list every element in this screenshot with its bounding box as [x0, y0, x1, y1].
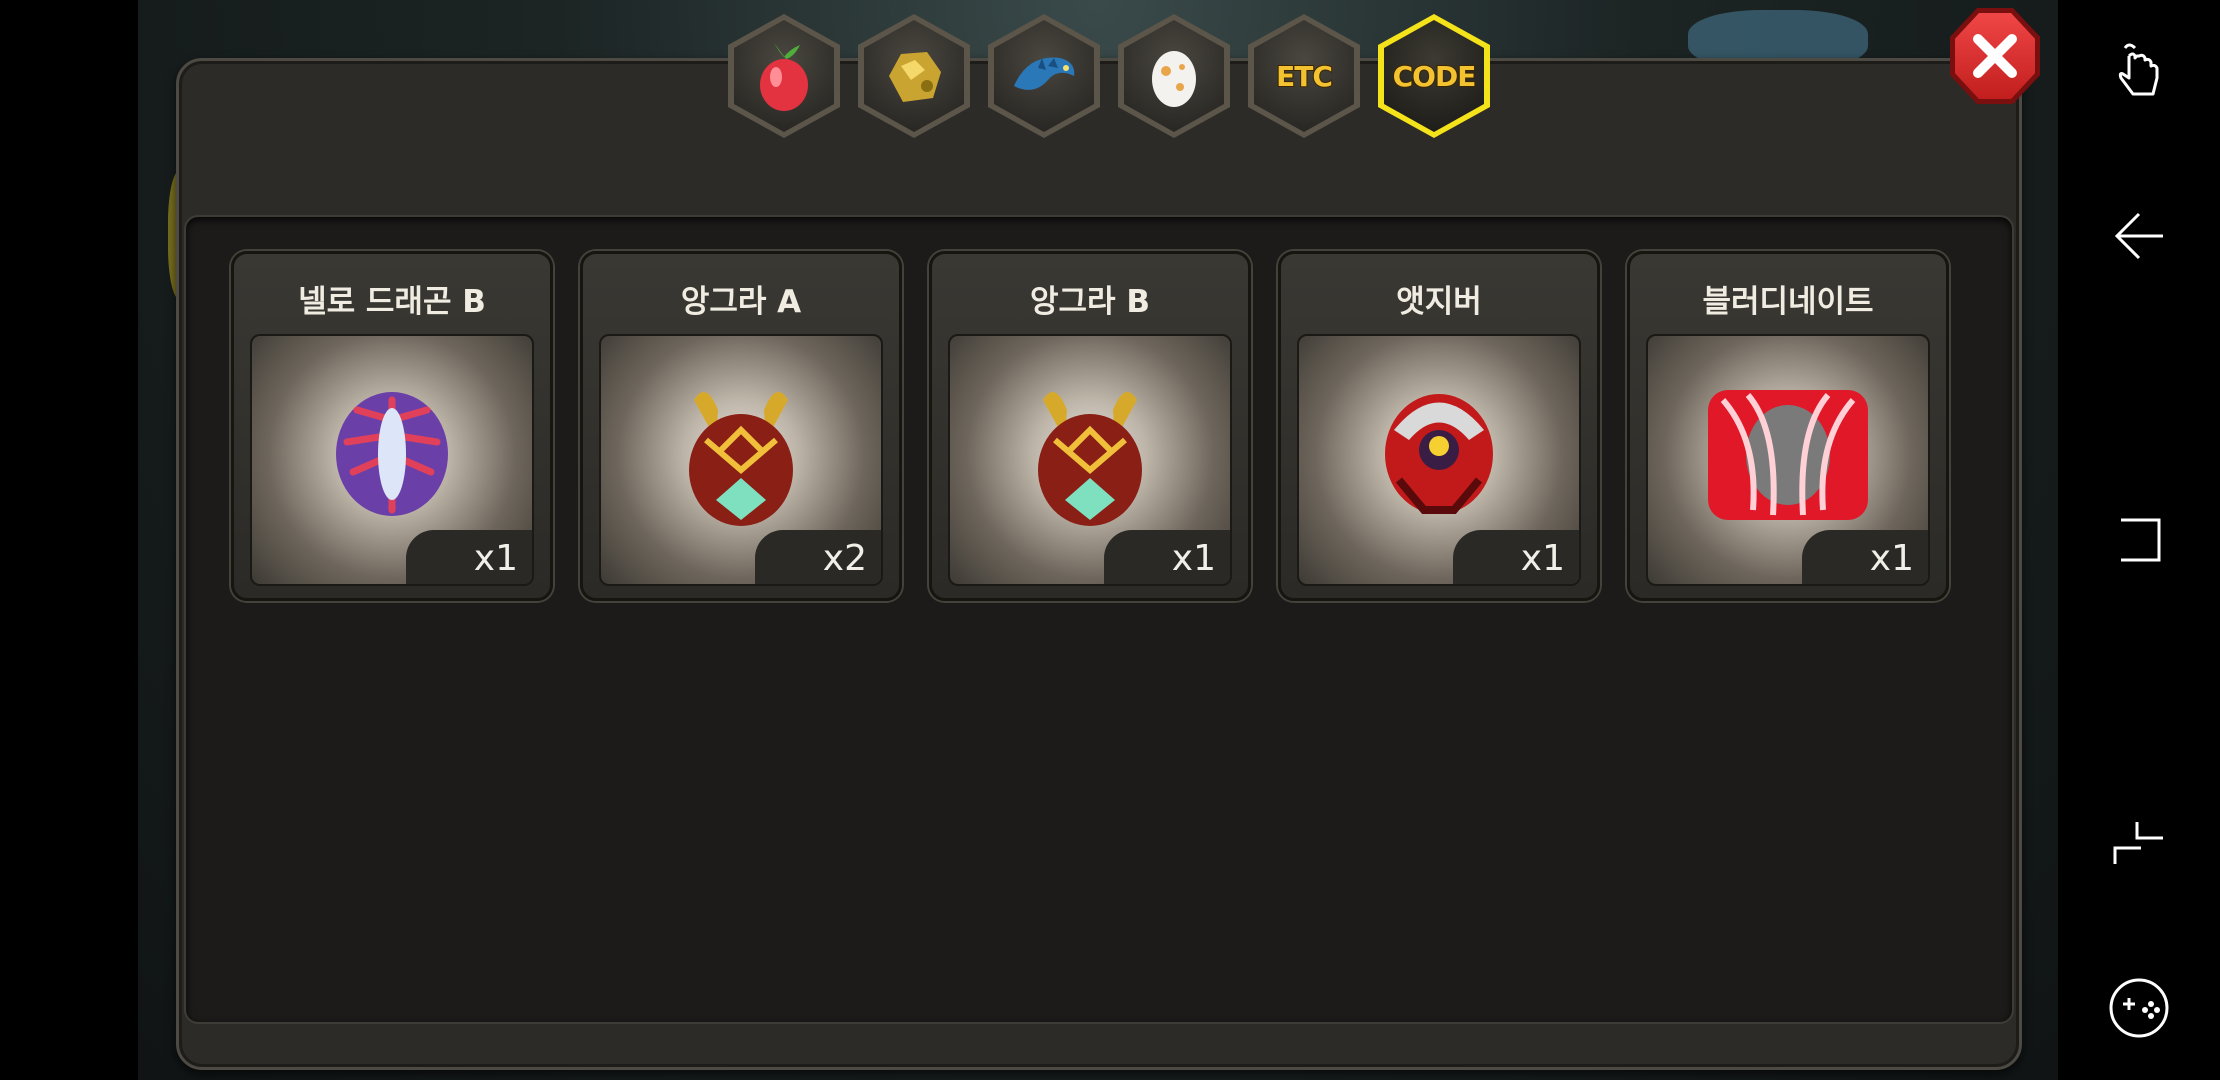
item-card-angra-a[interactable]: 앙그라 A x2: [580, 251, 902, 601]
tab-etc[interactable]: ETC: [1248, 14, 1360, 138]
fruit-icon: [760, 43, 808, 111]
gold-nugget-icon: [889, 52, 941, 102]
item-name: 앳지버: [1396, 284, 1482, 320]
dragon-icon: [1014, 57, 1075, 90]
back-icon[interactable]: [2111, 208, 2167, 264]
angra-egg-icon: [689, 392, 793, 526]
red-mech-egg-icon: [1385, 394, 1493, 514]
system-navigation-bar: [2058, 0, 2220, 1080]
item-quantity: x1: [1453, 530, 1579, 584]
item-name: 앙그라 B: [1030, 284, 1150, 320]
item-name: 앙그라 A: [680, 284, 802, 320]
item-image: x1: [1297, 334, 1581, 586]
touch-gesture-icon[interactable]: [2107, 38, 2171, 102]
item-card-edgeber[interactable]: 앳지버 x1: [1278, 251, 1600, 601]
item-quantity: x1: [1104, 530, 1230, 584]
game-tools-icon[interactable]: [2107, 976, 2171, 1040]
purple-egg-icon: [336, 392, 448, 516]
item-quantity: x1: [406, 530, 532, 584]
item-card-bloodynate[interactable]: 블러디네이트 x1: [1627, 251, 1949, 601]
tab-etc-label: ETC: [1275, 59, 1334, 94]
item-name: 블러디네이트: [1702, 284, 1874, 320]
item-image: x1: [948, 334, 1232, 586]
recent-apps-icon[interactable]: [2111, 816, 2167, 872]
close-icon: [1973, 34, 2017, 78]
angra-egg-icon: [1038, 392, 1142, 526]
item-image: x1: [250, 334, 534, 586]
item-card-nelo-dragon-b[interactable]: 넬로 드래곤 B x1: [231, 251, 553, 601]
tab-dragon[interactable]: [988, 14, 1100, 138]
tab-egg[interactable]: [1118, 14, 1230, 138]
bloody-egg-icon: [1708, 390, 1868, 520]
close-button[interactable]: [1950, 8, 2040, 104]
item-image: x2: [599, 334, 883, 586]
item-image: x1: [1646, 334, 1930, 586]
item-quantity: x2: [755, 530, 881, 584]
item-name: 넬로 드래곤 B: [298, 284, 486, 320]
egg-icon: [1152, 51, 1196, 107]
tab-code-label: CODE: [1392, 59, 1478, 94]
home-icon[interactable]: [2111, 512, 2167, 568]
tab-gold[interactable]: [858, 14, 970, 138]
item-card-angra-b[interactable]: 앙그라 B x1: [929, 251, 1251, 601]
category-tabs: ETC CODE: [728, 14, 1508, 144]
item-quantity: x1: [1802, 530, 1928, 584]
tab-code[interactable]: CODE: [1378, 14, 1490, 138]
tab-fruit[interactable]: [728, 14, 840, 138]
